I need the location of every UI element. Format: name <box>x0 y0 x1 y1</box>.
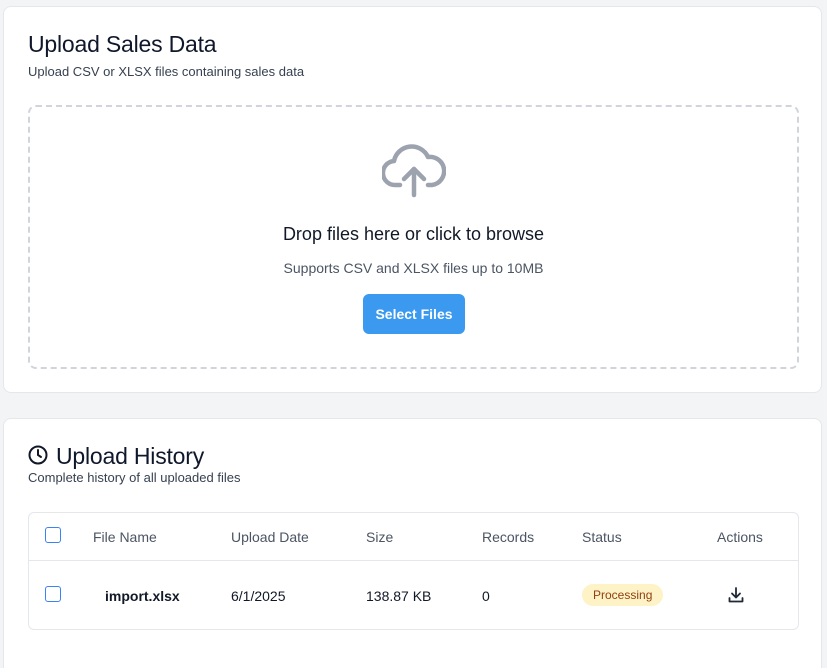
upload-date-cell: 6/1/2025 <box>231 588 286 604</box>
select-files-button[interactable]: Select Files <box>363 294 465 334</box>
column-header-records[interactable]: Records <box>482 529 534 545</box>
column-header-size[interactable]: Size <box>366 529 393 545</box>
upload-card: Upload Sales Data Upload CSV or XLSX fil… <box>3 6 822 393</box>
column-header-actions: Actions <box>717 529 763 545</box>
upload-subtitle: Upload CSV or XLSX files containing sale… <box>28 64 305 79</box>
dropzone-hint: Supports CSV and XLSX files up to 10MB <box>283 260 544 276</box>
status-badge: Processing <box>582 584 664 606</box>
select-all-checkbox[interactable] <box>45 527 61 543</box>
clock-icon <box>28 445 48 465</box>
upload-history-table: File Name Upload Date Size Records Statu… <box>28 512 799 630</box>
upload-title: Upload Sales Data <box>28 31 217 57</box>
column-header-file-name[interactable]: File Name <box>93 529 157 545</box>
records-cell: 0 <box>482 588 490 604</box>
column-header-status[interactable]: Status <box>582 529 622 545</box>
size-cell: 138.87 KB <box>366 588 432 604</box>
row-checkbox[interactable] <box>45 586 61 602</box>
download-icon[interactable] <box>727 586 745 604</box>
history-subtitle: Complete history of all uploaded files <box>28 470 241 485</box>
history-title: Upload History <box>56 443 205 469</box>
column-header-upload-date[interactable]: Upload Date <box>231 529 309 545</box>
file-name-cell: import.xlsx <box>105 588 180 604</box>
cloud-upload-icon <box>382 144 446 198</box>
file-dropzone[interactable]: Drop files here or click to browse Suppo… <box>28 105 799 369</box>
table-header-row: File Name Upload Date Size Records Statu… <box>29 513 798 561</box>
dropzone-title: Drop files here or click to browse <box>282 224 545 244</box>
table-row[interactable]: import.xlsx 6/1/2025 138.87 KB 0 Process… <box>29 561 798 629</box>
upload-history-card: Upload History Complete history of all u… <box>3 418 822 668</box>
